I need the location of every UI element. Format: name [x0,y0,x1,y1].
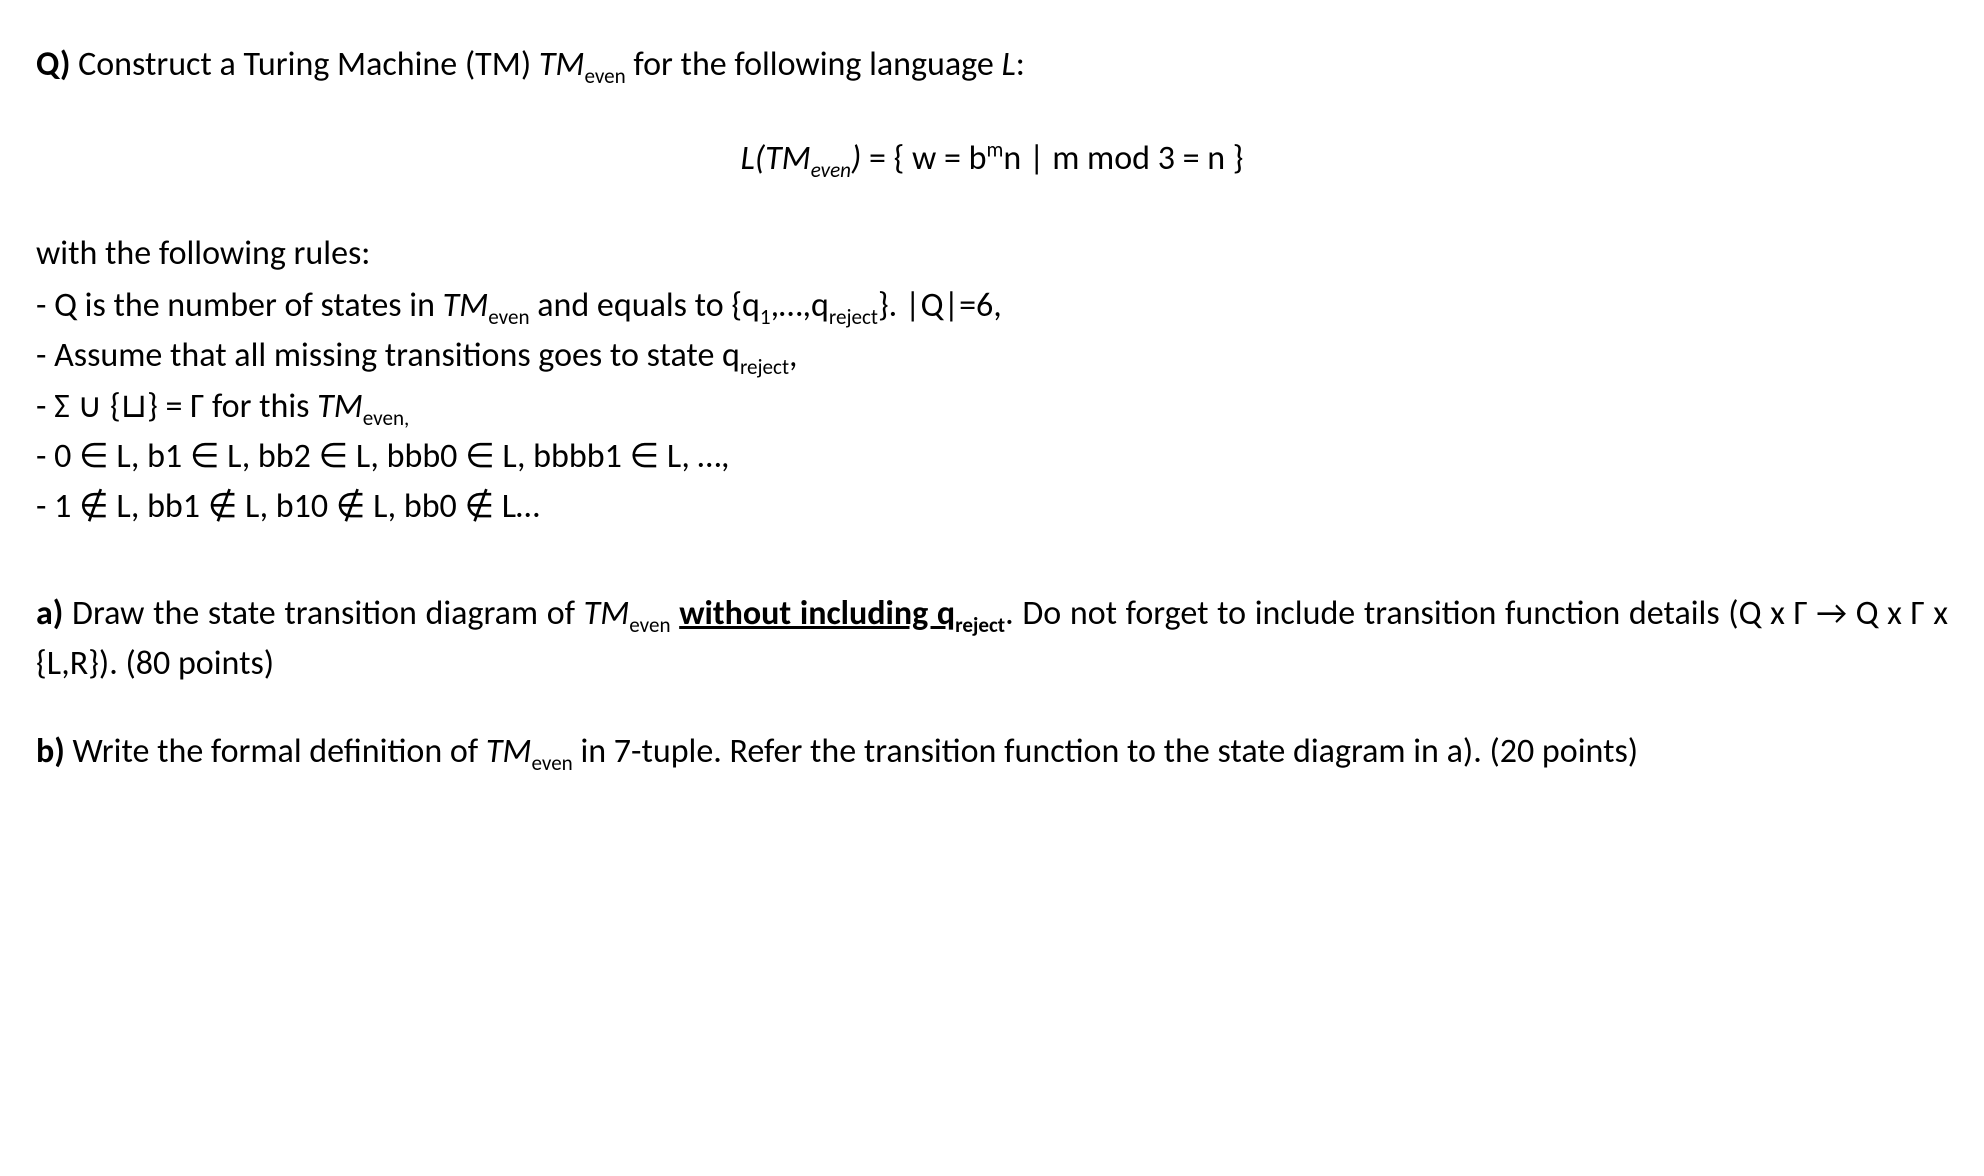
part-b-t1: Write the formal definition of [65,731,486,772]
rule2-sub: reject [740,354,789,380]
formula-L-open: L(TM [741,138,811,179]
part-a-tm: TM [584,593,630,634]
rule-5: - 1 ∉ L, bb1 ∉ L, b10 ∉ L, bb0 ∉ L… [36,482,1948,532]
rule2-b: , [789,335,797,376]
language-L: L [1002,44,1016,85]
question-intro: Q) Construct a Turing Machine (TM) TMeve… [36,40,1948,90]
rule3-sub: even, [363,404,410,430]
intro-text-2: for the following language [626,44,1002,85]
rule1-b: and equals to {q [530,285,760,326]
rule3-a: - Σ ∪ {⊔} = Γ for this [36,386,317,427]
part-a-tm-sub: even [629,611,670,637]
intro-colon: : [1016,44,1025,85]
rule1-a: - Q is the number of states in [36,285,443,326]
rule-3: - Σ ∪ {⊔} = Γ for this TMeven, [36,382,1948,432]
rule1-tm: TM [443,285,489,326]
rule1-d: }. |Q|=6, [878,285,1002,326]
rule-2: - Assume that all missing transitions go… [36,331,1948,381]
rule2-a: - Assume that all missing transitions go… [36,335,740,376]
rule1-sub1: 1 [760,304,771,330]
q-label: Q) [36,44,70,85]
part-b-t2: in 7-tuple. Refer the transition functio… [573,731,1638,772]
formula-sup-m: m [986,137,1003,163]
tm-abbrev: TM [539,44,585,85]
rule3-tm: TM [317,386,363,427]
document-page: Q) Construct a Turing Machine (TM) TMeve… [0,0,1984,855]
rule1-sub-reject: reject [829,304,878,330]
formula-L-close: ) [851,138,861,179]
part-a-space [671,593,680,634]
rules-list: - Q is the number of states in TMeven an… [36,281,1948,533]
formula-after-bm: n | m mod 3 = n } [1003,138,1243,179]
part-a-without-sub: reject [955,611,1005,637]
part-a-without-prefix: without including q [679,593,955,634]
part-a: a) Draw the state transition diagram of … [36,589,1948,690]
intro-text-1: Construct a Turing Machine (TM) [70,44,538,85]
part-b-tm-sub: even [532,750,573,776]
rule1-tm-sub: even [488,304,529,330]
part-a-t1: Draw the state transition diagram of [63,593,583,634]
part-a-without: without including qreject [679,593,1005,634]
part-a-period: . [1005,593,1014,634]
tm-sub: even [584,63,625,89]
part-b-tm: TM [486,731,532,772]
rule-1: - Q is the number of states in TMeven an… [36,281,1948,331]
language-formula: L(TMeven) = { w = bmn | m mod 3 = n } [36,134,1948,184]
formula-eq-open: = { w = b [861,138,986,179]
rules-intro: with the following rules: [36,229,1948,279]
part-b-label: b) [36,731,65,772]
rule1-c: ,…,q [771,285,829,326]
part-a-label: a) [36,593,63,634]
rule-4: - 0 ∈ L, b1 ∈ L, bb2 ∈ L, bbb0 ∈ L, bbbb… [36,432,1948,482]
part-b: b) Write the formal definition of TMeven… [36,727,1948,777]
formula-L-sub: even [811,157,851,183]
